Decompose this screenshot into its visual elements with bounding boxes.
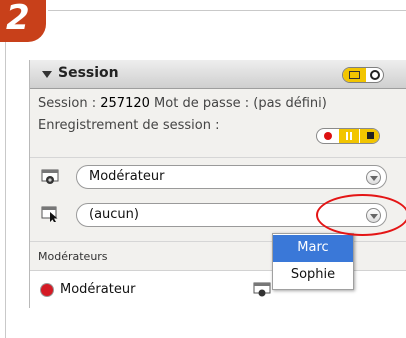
panel-title: Session <box>58 65 119 81</box>
stop-icon[interactable] <box>359 129 379 143</box>
pause-icon[interactable] <box>339 129 359 143</box>
panel-options-toggle[interactable] <box>342 67 384 83</box>
collapse-triangle-icon[interactable] <box>42 71 52 78</box>
circle-icon <box>370 70 380 80</box>
list-item-label: Modérateur <box>60 282 136 297</box>
section-label: Modérateurs <box>38 250 108 263</box>
password-label: Mot de passe : <box>154 96 250 111</box>
session-label: Session : <box>38 96 97 111</box>
target-select-value: (aucun) <box>89 207 139 222</box>
frame-left-line <box>5 38 6 338</box>
role-select[interactable]: Modérateur <box>76 165 387 189</box>
frame-top-line <box>48 10 406 11</box>
password-value: (pas défini) <box>253 96 327 111</box>
dropdown-option-sophie[interactable]: Sophie <box>273 262 353 289</box>
recording-controls[interactable] <box>316 128 380 144</box>
cursor-screen-icon <box>41 206 58 222</box>
recording-label: Enregistrement de session : <box>38 118 220 133</box>
dropdown-option-marc[interactable]: Marc <box>273 235 353 262</box>
highlight-ellipse <box>316 194 406 236</box>
panel-header[interactable]: Session <box>30 60 406 89</box>
session-id: 257120 <box>100 96 150 111</box>
camera-icon[interactable] <box>253 282 273 297</box>
chevron-down-icon[interactable] <box>366 170 381 185</box>
role-select-value: Modérateur <box>89 169 165 184</box>
divider <box>30 157 406 158</box>
session-info-line: Session : 257120 Mot de passe : (pas déf… <box>38 96 327 111</box>
screen-icon <box>349 71 360 79</box>
user-dropdown-list[interactable]: Marc Sophie <box>272 233 354 290</box>
record-icon[interactable] <box>324 132 332 140</box>
step-number: 2 <box>6 0 30 38</box>
camera-icon <box>41 169 59 184</box>
user-status-dot <box>41 284 53 296</box>
